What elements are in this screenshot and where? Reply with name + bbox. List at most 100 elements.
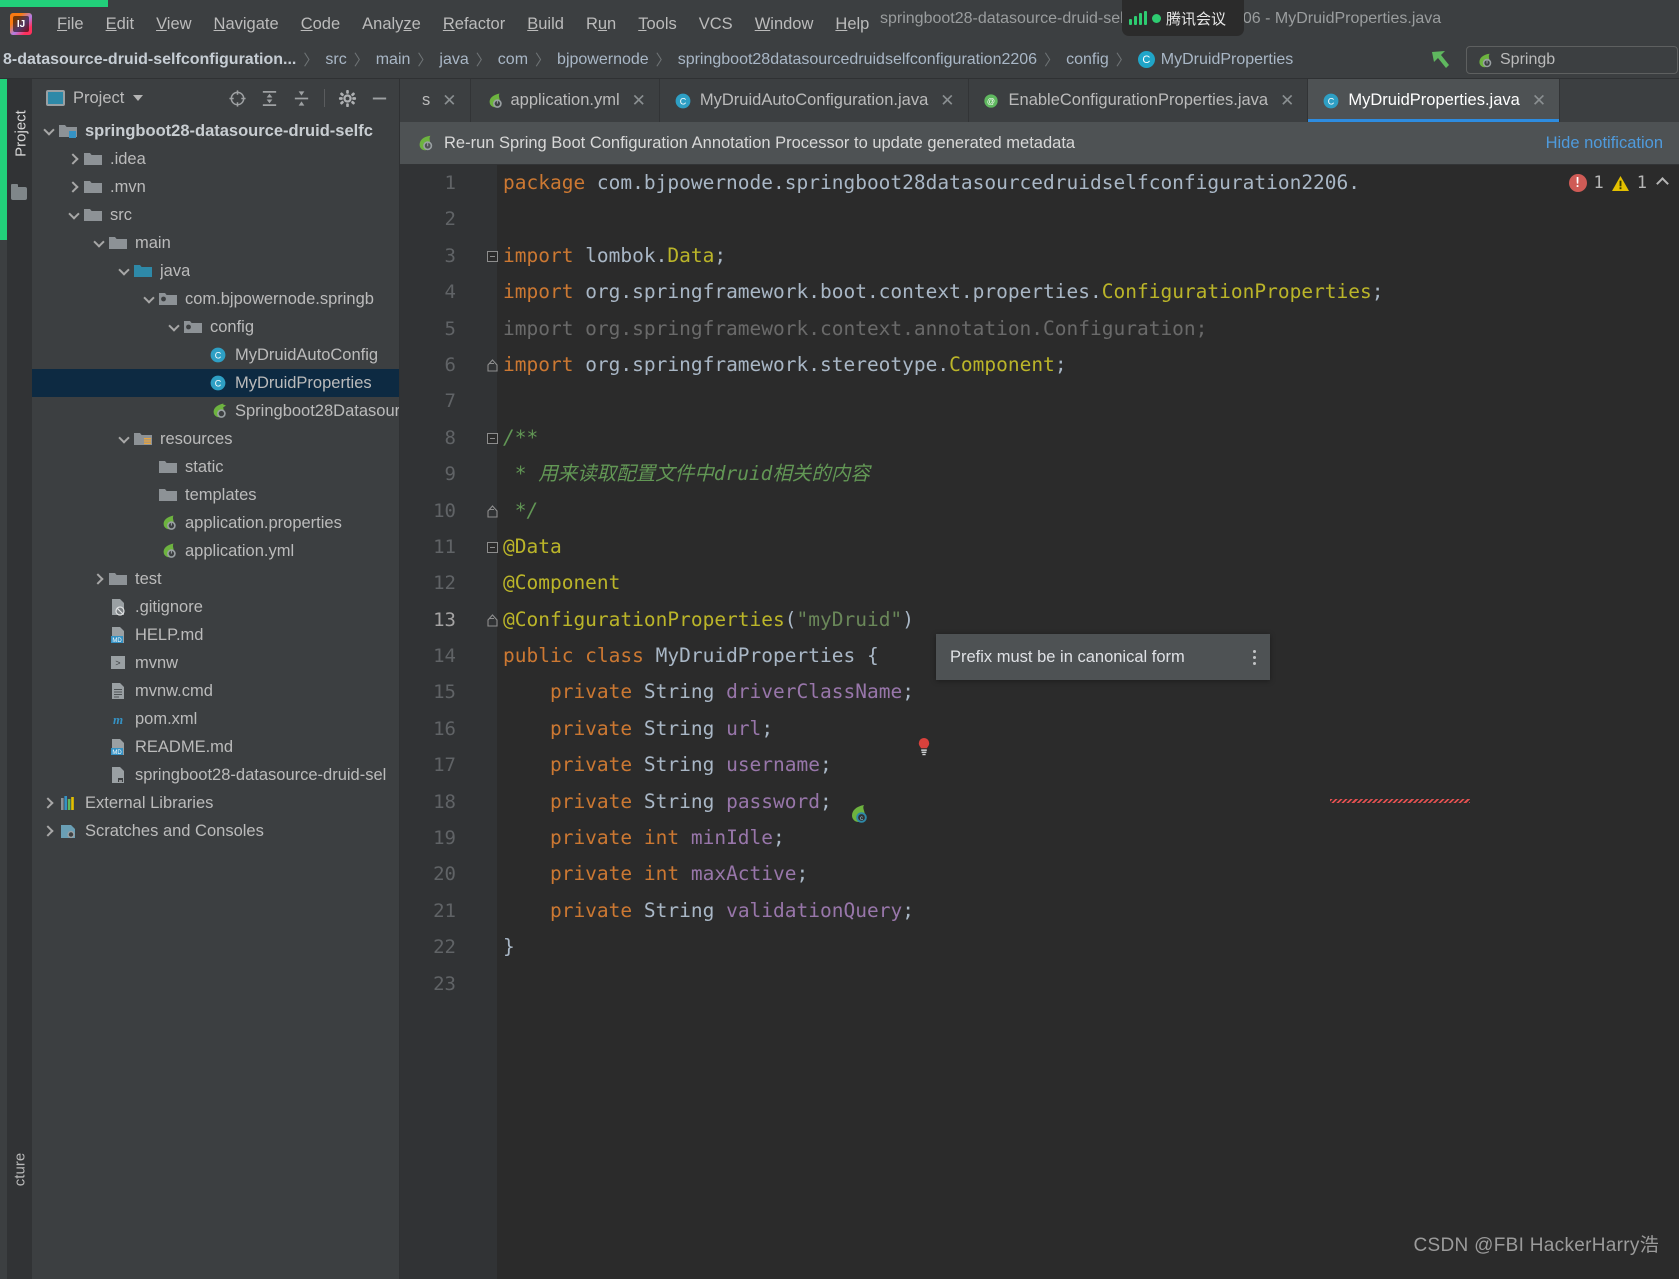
tree-node-application-yml[interactable]: application.yml bbox=[32, 537, 399, 565]
fold-end-marker[interactable] bbox=[487, 505, 498, 518]
tree-node-java[interactable]: java bbox=[32, 257, 399, 285]
chevron-right-icon[interactable] bbox=[65, 150, 83, 168]
editor-tab-s[interactable]: s✕ bbox=[400, 79, 471, 122]
code-editor[interactable]: 1package com.bjpowernode.springboot28dat… bbox=[400, 165, 1679, 1279]
breadcrumb-item[interactable]: bjpowernode bbox=[557, 51, 649, 69]
close-icon[interactable]: ✕ bbox=[632, 91, 646, 111]
menu-item-vcs[interactable]: VCS bbox=[688, 13, 744, 36]
fold-end-marker[interactable] bbox=[487, 359, 498, 372]
spring-bean-gutter-icon[interactable]: c bbox=[847, 803, 869, 825]
close-icon[interactable]: ✕ bbox=[1280, 91, 1294, 111]
svg-text:>: > bbox=[115, 659, 120, 669]
tree-node-label: mvnw.cmd bbox=[135, 682, 213, 701]
menu-item-code[interactable]: Code bbox=[290, 13, 351, 36]
tree-node-mydruidproperties[interactable]: CMyDruidProperties bbox=[32, 369, 399, 397]
tree-node-static[interactable]: static bbox=[32, 453, 399, 481]
menu-item-help[interactable]: Help bbox=[824, 13, 880, 36]
tree-node-springboot28-datasource-druid-selfc[interactable]: springboot28-datasource-druid-selfc bbox=[32, 117, 399, 145]
breadcrumb-item[interactable]: springboot28datasourcedruidselfconfigura… bbox=[678, 51, 1037, 69]
expand-all-icon[interactable] bbox=[260, 89, 279, 108]
fold-marker[interactable] bbox=[487, 433, 498, 444]
tree-node-com-bjpowernode-springb[interactable]: com.bjpowernode.springb bbox=[32, 285, 399, 313]
kebab-menu-icon[interactable] bbox=[1253, 650, 1256, 665]
menu-item-build[interactable]: Build bbox=[516, 13, 575, 36]
chevron-right-icon[interactable] bbox=[40, 794, 58, 812]
tree-node-templates[interactable]: templates bbox=[32, 481, 399, 509]
menu-item-navigate[interactable]: Navigate bbox=[203, 13, 290, 36]
chevron-down-icon[interactable] bbox=[40, 122, 58, 140]
breadcrumb-item[interactable]: config bbox=[1066, 51, 1109, 69]
chevron-down-icon[interactable] bbox=[115, 430, 133, 448]
tree-node-application-properties[interactable]: application.properties bbox=[32, 509, 399, 537]
editor-tab-mydruidautoconfiguration-java[interactable]: CMyDruidAutoConfiguration.java✕ bbox=[660, 79, 969, 122]
close-icon[interactable]: ✕ bbox=[940, 91, 954, 111]
menu-item-analyze[interactable]: Analyze bbox=[351, 13, 432, 36]
tree-node-springboot28-datasource-druid-sel[interactable]: springboot28-datasource-druid-sel bbox=[32, 761, 399, 789]
editor-tab-enableconfigurationproperties-java[interactable]: @EnableConfigurationProperties.java✕ bbox=[969, 79, 1309, 122]
fold-end-marker[interactable] bbox=[487, 614, 498, 627]
fold-marker[interactable] bbox=[487, 251, 498, 262]
tree-node-config[interactable]: config bbox=[32, 313, 399, 341]
breadcrumb-label: 8-datasource-druid-selfconfiguration... bbox=[3, 51, 296, 69]
tencent-meeting-widget[interactable]: 腾讯会议 bbox=[1122, 0, 1244, 36]
sidebar-item-project[interactable]: Project bbox=[13, 99, 30, 169]
tree-node-test[interactable]: test bbox=[32, 565, 399, 593]
menu-item-run[interactable]: Run bbox=[575, 13, 627, 36]
chevron-right-icon[interactable] bbox=[90, 570, 108, 588]
collapse-all-icon[interactable] bbox=[292, 89, 311, 108]
sidebar-item-structure[interactable]: cture bbox=[12, 1130, 29, 1210]
chevron-down-icon[interactable] bbox=[133, 95, 143, 101]
run-configuration-selector[interactable]: Springb bbox=[1466, 46, 1678, 74]
error-squiggle bbox=[1330, 799, 1470, 803]
settings-gear-icon[interactable] bbox=[338, 89, 357, 108]
menu-item-view[interactable]: View bbox=[145, 13, 202, 36]
tree-node-mydruidautoconfig[interactable]: CMyDruidAutoConfig bbox=[32, 341, 399, 369]
tree-node-main[interactable]: main bbox=[32, 229, 399, 257]
menu-item-refactor[interactable]: Refactor bbox=[432, 13, 516, 36]
tree-node-springboot28datasour[interactable]: Springboot28Datasour bbox=[32, 397, 399, 425]
hide-panel-icon[interactable] bbox=[370, 89, 389, 108]
breadcrumb-item[interactable]: main bbox=[376, 51, 411, 69]
chevron-right-icon[interactable] bbox=[40, 822, 58, 840]
chevron-right-icon[interactable] bbox=[65, 178, 83, 196]
chevron-down-icon[interactable] bbox=[165, 318, 183, 336]
tree-node-mvnw-cmd[interactable]: mvnw.cmd bbox=[32, 677, 399, 705]
chevron-up-icon[interactable] bbox=[1656, 177, 1669, 190]
breadcrumb-item[interactable]: 8-datasource-druid-selfconfiguration... bbox=[3, 51, 296, 69]
menu-item-file[interactable]: File bbox=[46, 13, 95, 36]
tree-node-help-md[interactable]: MDHELP.md bbox=[32, 621, 399, 649]
breadcrumb-item[interactable]: java bbox=[439, 51, 468, 69]
breadcrumb-item[interactable]: com bbox=[498, 51, 528, 69]
locate-icon[interactable] bbox=[228, 89, 247, 108]
close-icon[interactable]: ✕ bbox=[1532, 91, 1546, 111]
breadcrumb-item[interactable]: CMyDruidProperties bbox=[1138, 51, 1293, 69]
editor-tab-mydruidproperties-java[interactable]: CMyDruidProperties.java✕ bbox=[1308, 79, 1560, 122]
chevron-down-icon[interactable] bbox=[65, 206, 83, 224]
tree-node-src[interactable]: src bbox=[32, 201, 399, 229]
lightbulb-red-icon[interactable] bbox=[916, 737, 932, 757]
tree-node-readme-md[interactable]: MDREADME.md bbox=[32, 733, 399, 761]
menu-item-window[interactable]: Window bbox=[744, 13, 825, 36]
fold-marker[interactable] bbox=[487, 542, 498, 553]
tree-node-gitignore[interactable]: .gitignore bbox=[32, 593, 399, 621]
tree-node-external-libraries[interactable]: External Libraries bbox=[32, 789, 399, 817]
tree-node-resources[interactable]: resources bbox=[32, 425, 399, 453]
close-icon[interactable]: ✕ bbox=[442, 91, 456, 111]
tree-node-label: main bbox=[135, 234, 171, 253]
chevron-down-icon[interactable] bbox=[115, 262, 133, 280]
menu-item-tools[interactable]: Tools bbox=[627, 13, 688, 36]
chevron-down-icon[interactable] bbox=[140, 290, 158, 308]
breadcrumb-item[interactable]: src bbox=[325, 51, 346, 69]
menu-item-edit[interactable]: Edit bbox=[95, 13, 145, 36]
tree-node-idea[interactable]: .idea bbox=[32, 145, 399, 173]
tree-node-scratches-and-consoles[interactable]: Scratches and Consoles bbox=[32, 817, 399, 845]
tree-node-mvn[interactable]: .mvn bbox=[32, 173, 399, 201]
tree-node-pom-xml[interactable]: mpom.xml bbox=[32, 705, 399, 733]
chevron-down-icon[interactable] bbox=[90, 234, 108, 252]
inspection-widget[interactable]: ! 1 1 bbox=[1569, 173, 1668, 193]
build-arrow-icon[interactable] bbox=[1428, 48, 1452, 72]
tree-node-mvnw[interactable]: >mvnw bbox=[32, 649, 399, 677]
editor-tab-application-yml[interactable]: application.yml✕ bbox=[471, 79, 660, 122]
hide-notification-link[interactable]: Hide notification bbox=[1546, 134, 1663, 153]
class-icon: C bbox=[673, 92, 691, 110]
